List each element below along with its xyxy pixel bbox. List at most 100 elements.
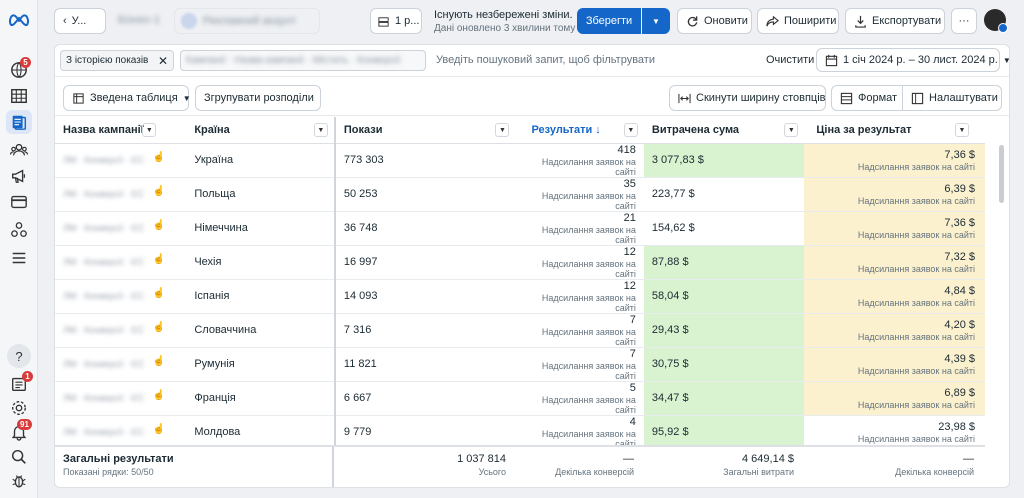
format-button[interactable]: Формат <box>831 85 903 111</box>
reset-column-width-button[interactable]: Скинути ширину стовпців <box>669 85 826 111</box>
cost-per-result-value: 4,39 $ <box>944 352 975 365</box>
user-avatar[interactable] <box>984 9 1008 33</box>
campaign-name[interactable]: ЛМ · Конверсії · ЄС <box>63 257 154 267</box>
pivot-table-dropdown[interactable]: Зведена таблиця ▼ <box>63 85 191 111</box>
column-menu-icon[interactable]: ▼ <box>313 123 328 137</box>
campaign-name[interactable]: ЛМ · Конверсії · ЄС <box>63 291 154 301</box>
table-row[interactable]: ЛМ · Конверсії · ЄС ☝ Словаччина 7 316 7 Надс… <box>55 313 985 348</box>
cost-per-result-value: 4,20 $ <box>944 318 975 331</box>
campaign-name-cell[interactable]: ЛМ · Конверсії · ЄС☝ <box>55 415 165 450</box>
customize-button[interactable]: Налаштувати <box>902 85 1002 111</box>
refresh-button[interactable]: Оновити <box>677 8 752 34</box>
table-row[interactable]: ЛМ · Конверсії · ЄС ☝ Франція 6 667 5 Надсила… <box>55 381 985 416</box>
column-menu-icon[interactable]: ▼ <box>142 123 157 137</box>
bug-report-icon[interactable] <box>9 471 29 491</box>
header-label: Ціна за результат <box>816 123 912 136</box>
help-icon[interactable]: ? <box>7 344 31 368</box>
settings-gear-icon[interactable] <box>9 398 29 418</box>
caret-down-icon: ▼ <box>652 16 660 26</box>
table-row[interactable]: ЛМ · Конверсії · ЄС ☝ Німеччина 36 748 21 Над… <box>55 211 985 246</box>
campaign-name[interactable]: ЛМ · Конверсії · ЄС <box>63 427 154 437</box>
campaign-name-cell[interactable]: ЛМ · Конверсії · ЄС☝ <box>55 347 165 382</box>
column-header-cost-per-result[interactable]: Ціна за результат ▼ <box>804 117 985 144</box>
table-row[interactable]: ЛМ · Конверсії · ЄС ☝ Румунія 11 821 7 Надсил… <box>55 347 985 382</box>
results-total-cell: — Декілька конверсій <box>514 447 642 487</box>
cost-per-result-value: 7,32 $ <box>944 250 975 263</box>
campaign-name[interactable]: ЛМ · Конверсії · ЄС <box>63 155 154 165</box>
close-icon[interactable]: ✕ <box>158 54 168 68</box>
group-button[interactable]: 1 р... <box>370 8 422 34</box>
cpr-total: — <box>963 453 974 465</box>
group-breakdowns-button[interactable]: Згрупувати розподіли <box>195 85 321 111</box>
vertical-scrollbar[interactable] <box>999 145 1004 203</box>
table-icon[interactable] <box>9 86 29 106</box>
column-menu-icon[interactable]: ▼ <box>784 123 799 137</box>
more-options-button[interactable]: ··· <box>951 8 977 34</box>
campaign-name[interactable]: ЛМ · Конверсії · ЄС <box>63 325 154 335</box>
campaign-name-cell[interactable]: ЛМ · Конверсії · ЄС☝ <box>55 381 165 416</box>
campaign-name-cell[interactable]: ЛМ · Конверсії · ЄС☝ <box>55 279 165 314</box>
column-header-spent[interactable]: Витрачена сума ▼ <box>643 117 805 144</box>
column-header-impressions[interactable]: Покази ▼ <box>334 117 516 144</box>
impressions-value: 773 303 <box>343 154 384 166</box>
menu-icon[interactable] <box>9 248 29 268</box>
business-breadcrumb[interactable]: Бізнес-1 <box>118 14 160 26</box>
campaign-name-cell[interactable]: ЛМ · Конверсії · ЄС☝ <box>55 313 165 348</box>
results-total-label: Декілька конверсій <box>555 467 634 477</box>
back-button[interactable]: ‹ У... <box>54 8 106 34</box>
campaign-name-cell[interactable]: ЛМ · Конверсії · ЄС☝ <box>55 143 165 178</box>
clear-filters-link[interactable]: Очистити <box>766 54 814 66</box>
megaphone-icon[interactable] <box>9 166 29 186</box>
audience-icon[interactable] <box>9 140 29 160</box>
save-button[interactable]: Зберегти <box>577 8 641 34</box>
results-value: 12 <box>623 279 636 292</box>
country-name: Україна <box>194 154 234 166</box>
header-label: Назва кампанії <box>63 123 144 136</box>
cost-per-result-cell: 23,98 $ Надсилання заявок на сайті <box>804 415 985 450</box>
export-button[interactable]: Експортувати <box>845 8 945 34</box>
chip-label: З історією показів <box>66 55 149 66</box>
campaign-name-cell[interactable]: ЛМ · Конверсії · ЄС☝ <box>55 211 165 246</box>
billing-card-icon[interactable] <box>9 192 29 212</box>
reports-icon[interactable] <box>6 110 32 134</box>
impressions-cell: 6 667 <box>334 381 516 416</box>
table-row[interactable]: ЛМ · Конверсії · ЄС ☝ Україна 773 303 418 Над… <box>55 143 985 178</box>
column-menu-icon[interactable]: ▼ <box>623 123 638 137</box>
campaign-name-cell[interactable]: ЛМ · Конверсії · ЄС☝ <box>55 177 165 212</box>
meta-logo-icon[interactable] <box>7 10 31 30</box>
cost-per-result-cell: 7,36 $ Надсилання заявок на сайті <box>804 211 985 246</box>
caret-down-icon: ▼ <box>182 93 191 103</box>
table-row[interactable]: ЛМ · Конверсії · ЄС ☝ Молдова 9 779 4 Надсила… <box>55 415 985 450</box>
business-assets-icon[interactable] <box>9 220 29 240</box>
date-range-picker[interactable]: 1 січ 2024 р. – 30 лист. 2024 р. ▼ <box>816 48 1009 72</box>
country-name: Румунія <box>194 358 235 370</box>
column-menu-icon[interactable]: ▼ <box>955 123 969 137</box>
campaign-name[interactable]: ЛМ · Конверсії · ЄС <box>63 393 154 403</box>
column-menu-icon[interactable]: ▼ <box>495 123 510 137</box>
results-cell: 7 Надсилання заявок на сайті <box>515 347 644 382</box>
table-row[interactable]: ЛМ · Конверсії · ЄС ☝ Іспанія 14 093 12 Надси… <box>55 279 985 314</box>
rows-shown-label: Показані рядки: 50/50 <box>63 467 154 477</box>
filter-search-input[interactable]: Уведіть пошуковий запит, щоб фільтрувати <box>436 54 655 66</box>
pivot-label: Зведена таблиця <box>90 92 178 104</box>
impressions-filter-chip[interactable]: З історією показів ✕ <box>60 50 174 71</box>
unsaved-subtitle: Дані оновлено 3 хвилини тому <box>434 23 576 34</box>
table-row[interactable]: ЛМ · Конверсії · ЄС ☝ Польща 50 253 35 Надсил… <box>55 177 985 212</box>
search-icon[interactable] <box>9 447 29 467</box>
account-selector[interactable]: Рекламний акаунт <box>174 8 320 34</box>
column-header-results[interactable]: Результати ↓ ▼ <box>515 117 644 144</box>
share-button[interactable]: Поширити <box>757 8 839 34</box>
column-header-country[interactable]: Країна ▼ <box>162 117 336 144</box>
campaign-name[interactable]: ЛМ · Конверсії · ЄС <box>63 223 154 233</box>
spent-total-label: Загальні витрати <box>723 467 794 477</box>
column-header-campaign[interactable]: Назва кампанії ▼ <box>55 117 163 144</box>
cost-per-result-cell: 6,39 $ Надсилання заявок на сайті <box>804 177 985 212</box>
result-type-label: Надсилання заявок на сайті <box>857 263 975 274</box>
table-row[interactable]: ЛМ · Конверсії · ЄС ☝ Чехія 16 997 12 Надсила… <box>55 245 985 280</box>
campaign-filter-chip[interactable]: Кампанії · Назва кампанії · Містить · Ко… <box>180 50 426 71</box>
unsaved-title: Існують незбережені зміни. <box>434 9 573 21</box>
campaign-name-cell[interactable]: ЛМ · Конверсії · ЄС☝ <box>55 245 165 280</box>
campaign-name[interactable]: ЛМ · Конверсії · ЄС <box>63 189 154 199</box>
save-options-dropdown[interactable]: ▼ <box>642 8 670 34</box>
campaign-name[interactable]: ЛМ · Конверсії · ЄС <box>63 359 154 369</box>
